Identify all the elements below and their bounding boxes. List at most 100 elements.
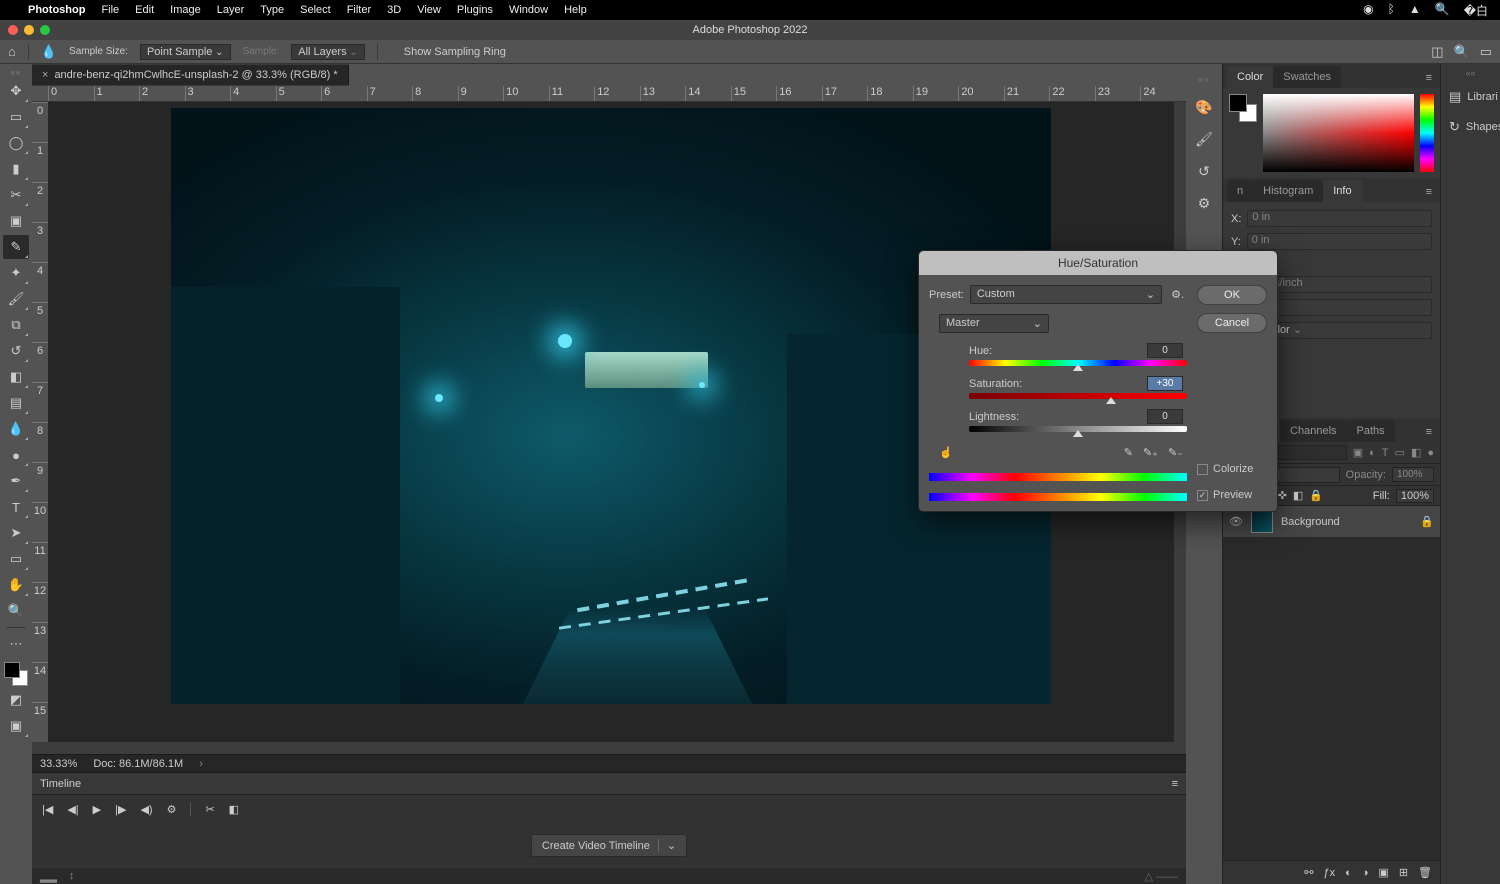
quick-mask-icon[interactable]: ◩ <box>3 688 29 712</box>
mute-icon[interactable]: ◀) <box>140 803 152 816</box>
tab-swatches[interactable]: Swatches <box>1273 66 1341 88</box>
screen-mode-icon[interactable]: ▣ <box>3 714 29 738</box>
delete-layer-icon[interactable]: 🗑 <box>1418 866 1432 879</box>
close-tab-icon[interactable]: × <box>42 69 48 81</box>
spotlight-icon[interactable]: 🔍 <box>1435 2 1450 19</box>
traffic-lights[interactable] <box>8 25 50 35</box>
dialog-title[interactable]: Hue/Saturation <box>919 251 1277 275</box>
create-video-timeline-button[interactable]: Create Video Timeline⌄ <box>531 834 687 857</box>
cc-status-icon[interactable]: ◉ <box>1363 2 1373 19</box>
document-tab[interactable]: × andre-benz-qi2hmCwlhcE-unsplash-2 @ 33… <box>32 65 349 85</box>
fg-bg-swatches[interactable] <box>4 662 28 686</box>
tab-histogram[interactable]: Histogram <box>1253 180 1323 202</box>
menu-image[interactable]: Image <box>170 4 201 16</box>
control-center-icon[interactable]: �白 <box>1464 2 1488 19</box>
panel-menu-icon[interactable]: ≡ <box>1418 182 1440 202</box>
path-select-tool[interactable]: ➤ <box>3 521 29 545</box>
lightness-value[interactable]: 0 <box>1147 409 1183 424</box>
y-field[interactable]: 0 in <box>1247 233 1432 250</box>
doc-size[interactable]: Doc: 86.1M/86.1M <box>93 758 183 770</box>
saturation-value[interactable]: +30 <box>1147 376 1183 391</box>
tab-channels[interactable]: Channels <box>1280 420 1346 442</box>
panel-menu-icon[interactable]: ≡ <box>1172 778 1178 790</box>
link-layers-icon[interactable]: ⚯ <box>1304 866 1313 879</box>
hand-tool[interactable]: ✋ <box>3 573 29 597</box>
zoom-tool[interactable]: 🔍 <box>3 599 29 623</box>
pen-tool[interactable]: ✒ <box>3 469 29 493</box>
app-name[interactable]: Photoshop <box>28 4 85 16</box>
saturation-slider[interactable] <box>969 393 1187 399</box>
close-window-icon[interactable] <box>8 25 18 35</box>
object-select-tool[interactable]: ▮ <box>3 157 29 181</box>
tab-libraries[interactable]: ▤Librari <box>1441 82 1500 112</box>
menu-plugins[interactable]: Plugins <box>457 4 493 16</box>
next-frame-icon[interactable]: |▶ <box>115 803 126 816</box>
hue-slider[interactable] <box>969 360 1187 366</box>
visibility-icon[interactable]: 👁 <box>1229 515 1243 528</box>
ok-button[interactable]: OK <box>1197 285 1267 305</box>
tab-info[interactable]: Info <box>1323 180 1361 202</box>
panel-gripper-icon[interactable]: «« <box>1441 64 1500 82</box>
prev-frame-icon[interactable]: ◀| <box>67 803 78 816</box>
brush-tool[interactable]: 🖌 <box>3 287 29 311</box>
eyedropper-set-icon[interactable]: ✎ <box>1124 446 1133 459</box>
adjustments-panel-icon[interactable]: ⚙ <box>1195 194 1213 212</box>
zoom-level[interactable]: 33.33% <box>40 758 77 770</box>
goto-first-frame-icon[interactable]: |◀ <box>42 803 53 816</box>
crop-tool[interactable]: ✂ <box>3 183 29 207</box>
healing-brush-tool[interactable]: ✦ <box>3 261 29 285</box>
menu-filter[interactable]: Filter <box>347 4 371 16</box>
new-layer-icon[interactable]: ⊞ <box>1399 866 1408 879</box>
opacity-field[interactable]: 100% <box>1392 467 1434 482</box>
tab-paths[interactable]: Paths <box>1347 420 1395 442</box>
menu-view[interactable]: View <box>417 4 441 16</box>
sample-size-select[interactable]: Point Sample ⌄ <box>140 44 231 60</box>
filter-adjust-icon[interactable]: ◐ <box>1369 447 1376 459</box>
lock-position-icon[interactable]: ✜ <box>1278 489 1287 502</box>
eyedropper-add-icon[interactable]: ✎₊ <box>1143 446 1158 459</box>
adjustment-layer-icon[interactable]: ◑ <box>1362 867 1369 879</box>
tab-pattern[interactable]: n <box>1227 180 1253 202</box>
preview-checkbox[interactable]: ✓Preview <box>1197 489 1267 501</box>
horizontal-scrollbar[interactable] <box>32 742 1186 754</box>
colorize-checkbox[interactable]: Colorize <box>1197 463 1267 475</box>
hue-strip[interactable] <box>1420 94 1434 172</box>
color-spectrum[interactable] <box>1263 94 1414 172</box>
filter-pixel-icon[interactable]: ▣ <box>1353 446 1363 459</box>
tab-color[interactable]: Color <box>1227 66 1273 88</box>
scrubby-tool-icon[interactable]: ☝ <box>939 446 953 459</box>
ruler-vertical[interactable]: 0123456789101112131415 <box>32 102 48 742</box>
search-icon[interactable]: 🔍 <box>1454 44 1470 60</box>
ruler-horizontal[interactable]: 0123456789101112131415161718192021222324 <box>32 86 1186 102</box>
filter-toggle-icon[interactable]: ● <box>1427 447 1434 459</box>
eyedropper-subtract-icon[interactable]: ✎₋ <box>1168 446 1183 459</box>
lasso-tool[interactable]: ◯ <box>3 131 29 155</box>
fill-field[interactable]: 100% <box>1396 489 1434 503</box>
history-panel-icon[interactable]: ↺ <box>1195 162 1213 180</box>
foreground-color-swatch[interactable] <box>4 662 20 678</box>
layer-style-icon[interactable]: ƒx <box>1323 867 1335 879</box>
brushes-panel-icon[interactable]: 🖌 <box>1195 130 1213 148</box>
home-icon[interactable]: ⌂ <box>8 44 16 59</box>
timeline-convert-icon[interactable]: ↕ <box>69 870 75 882</box>
menu-3d[interactable]: 3D <box>387 4 401 16</box>
tab-shapes[interactable]: ↻Shapes <box>1441 112 1500 142</box>
dropdown-icon[interactable]: ⌄ <box>658 839 676 852</box>
share-icon[interactable]: ◫ <box>1431 44 1443 60</box>
filter-type-icon[interactable]: T <box>1382 447 1389 459</box>
gradient-tool[interactable]: ▤ <box>3 391 29 415</box>
marquee-tool[interactable]: ▭ <box>3 105 29 129</box>
minimize-window-icon[interactable] <box>24 25 34 35</box>
color-panel-icon[interactable]: 🎨 <box>1195 98 1213 116</box>
group-icon[interactable]: ▣ <box>1378 866 1388 879</box>
eyedropper-tool-icon[interactable]: 💧 <box>41 44 57 60</box>
zoom-window-icon[interactable] <box>40 25 50 35</box>
layer-mask-icon[interactable]: ◐ <box>1345 867 1352 879</box>
layer-name[interactable]: Background <box>1281 516 1340 528</box>
lock-all-icon[interactable]: 🔒 <box>1309 489 1323 502</box>
dodge-tool[interactable]: ● <box>3 443 29 467</box>
bluetooth-icon[interactable]: ᛒ <box>1388 2 1395 19</box>
channel-select[interactable]: Master⌄ <box>939 314 1049 333</box>
history-brush-tool[interactable]: ↺ <box>3 339 29 363</box>
preset-gear-icon[interactable]: ⚙. <box>1168 288 1187 301</box>
